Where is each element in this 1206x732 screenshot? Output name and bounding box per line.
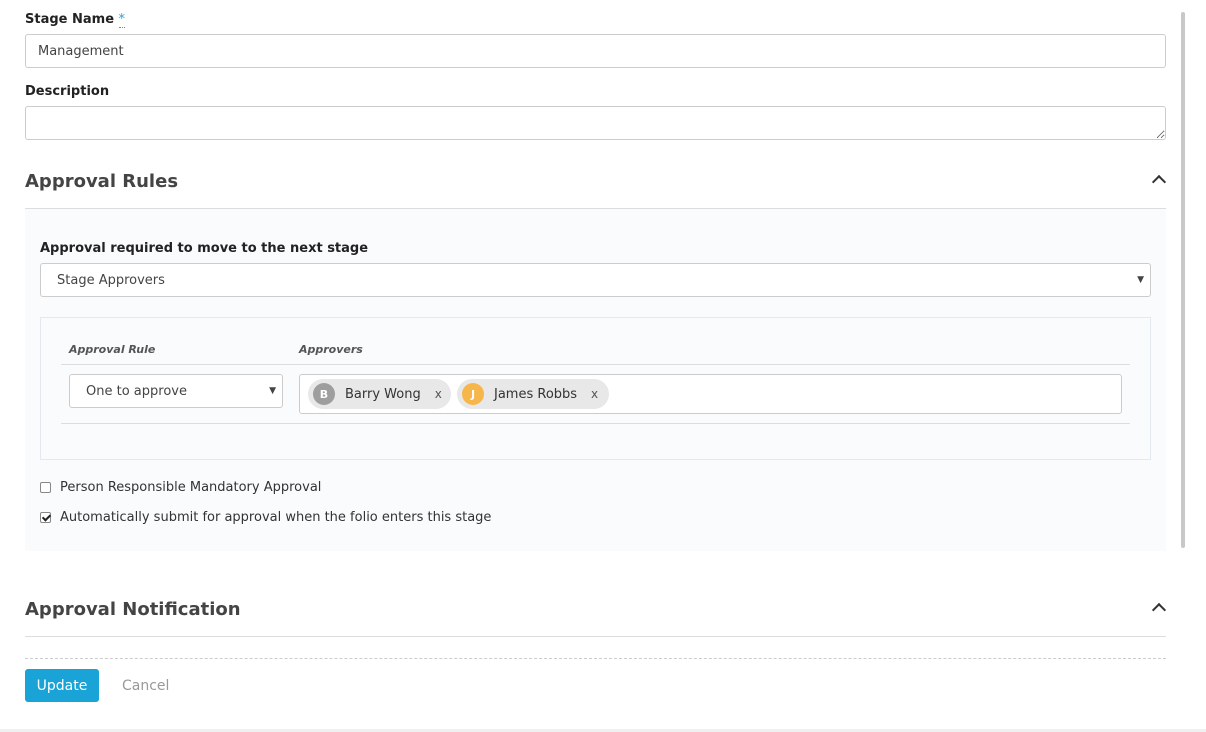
section-divider bbox=[25, 636, 1166, 637]
checkbox-row-auto-submit[interactable]: Automatically submit for approval when t… bbox=[40, 510, 491, 525]
approval-rules-title: Approval Rules bbox=[25, 171, 179, 192]
chevron-up-icon[interactable] bbox=[1151, 602, 1167, 618]
checkbox-label: Automatically submit for approval when t… bbox=[60, 510, 492, 525]
actions-divider bbox=[25, 658, 1166, 659]
table-header-line bbox=[61, 364, 1130, 365]
checkbox-auto-submit[interactable] bbox=[40, 512, 51, 523]
approval-notification-title: Approval Notification bbox=[25, 599, 241, 620]
approver-name: Barry Wong bbox=[345, 386, 421, 402]
update-button[interactable]: Update bbox=[25, 669, 99, 702]
approval-required-label: Approval required to move to the next st… bbox=[40, 241, 369, 256]
checkbox-person-responsible[interactable] bbox=[40, 482, 51, 493]
stage-name-label-text: Stage Name bbox=[25, 12, 115, 27]
description-textarea[interactable] bbox=[25, 106, 1166, 140]
approver-name: James Robbs bbox=[494, 386, 578, 402]
avatar: B bbox=[313, 383, 335, 405]
checkbox-row-person-responsible[interactable]: Person Responsible Mandatory Approval bbox=[40, 480, 321, 495]
approvers-input[interactable]: B Barry Wong x J James Robbs x bbox=[299, 374, 1122, 414]
required-marker: * bbox=[118, 12, 126, 28]
chevron-up-icon[interactable] bbox=[1151, 174, 1167, 190]
description-label: Description bbox=[25, 84, 110, 99]
table-row-line bbox=[61, 423, 1130, 424]
dropdown-caret-icon: ▼ bbox=[1137, 275, 1144, 285]
approval-rule-select-value: One to approve bbox=[86, 383, 187, 399]
checkbox-label: Person Responsible Mandatory Approval bbox=[60, 480, 322, 495]
dropdown-caret-icon: ▼ bbox=[269, 386, 276, 396]
approval-rule-select[interactable]: One to approve ▼ bbox=[69, 374, 283, 408]
scrollbar[interactable] bbox=[1181, 12, 1185, 548]
col-header-approval-rule: Approval Rule bbox=[69, 343, 156, 356]
approval-required-select[interactable]: Stage Approvers ▼ bbox=[40, 263, 1151, 297]
stage-name-label: Stage Name * bbox=[25, 12, 126, 28]
avatar: J bbox=[462, 383, 484, 405]
approver-tag: J James Robbs x bbox=[457, 379, 609, 409]
col-header-approvers: Approvers bbox=[299, 343, 363, 356]
cancel-button[interactable]: Cancel bbox=[122, 678, 169, 694]
remove-approver-button[interactable]: x bbox=[591, 387, 598, 401]
remove-approver-button[interactable]: x bbox=[435, 387, 442, 401]
approval-required-select-value: Stage Approvers bbox=[57, 272, 165, 288]
stage-name-input[interactable] bbox=[25, 34, 1166, 68]
approver-tag: B Barry Wong x bbox=[308, 379, 451, 409]
